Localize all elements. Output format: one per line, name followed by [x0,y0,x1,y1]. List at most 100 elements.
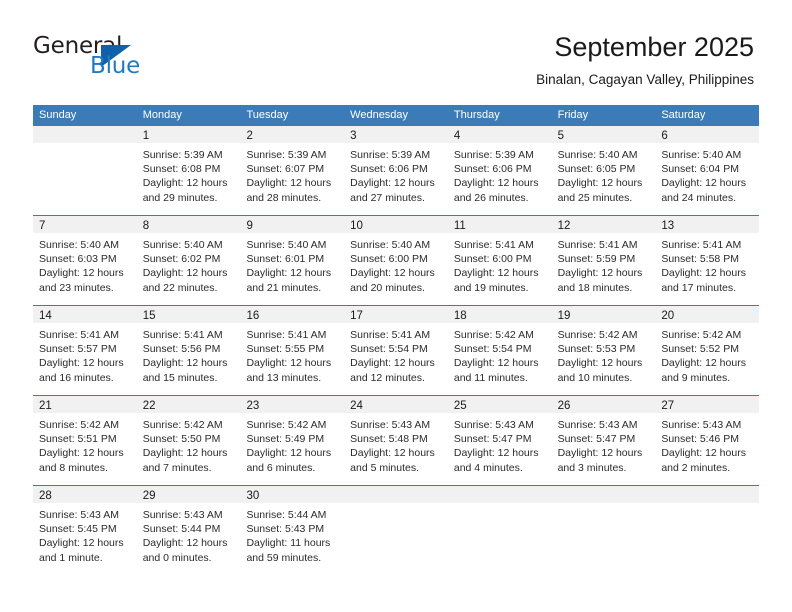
logo-text-blue: Blue [90,53,141,79]
day-details: Sunrise: 5:39 AM Sunset: 6:06 PM Daylight:… [344,143,448,205]
calendar-day-cell[interactable]: 13 Sunrise: 5:41 AM Sunset: 5:58 PM Dayligh… [655,216,760,305]
daylight-text-line1: Daylight: 12 hours [142,447,228,460]
calendar-day-cell[interactable]: 28 Sunrise: 5:43 AM Sunset: 5:45 PM Dayligh… [33,486,137,575]
day-number-band: 6 [655,126,760,143]
daylight-text-line1: Daylight: 12 hours [453,447,539,460]
daylight-text-line2: and 26 minutes. [453,191,529,204]
week-cells: 7 Sunrise: 5:40 AM Sunset: 6:03 PM Daylight… [33,216,760,305]
daylight-text-line1: Daylight: 12 hours [142,357,228,370]
calendar-day-cell[interactable]: 1 Sunrise: 5:39 AM Sunset: 6:08 PM Daylight… [136,126,241,215]
calendar-day-cell-empty [655,486,760,575]
daylight-text-line1: Daylight: 12 hours [557,357,643,370]
sunset-text: Sunset: 5:47 PM [557,433,636,446]
sunset-text: Sunset: 5:49 PM [246,433,325,446]
daylight-text-line1: Daylight: 12 hours [246,357,332,370]
daylight-text-line1: Daylight: 12 hours [350,447,435,460]
sunrise-text: Sunrise: 5:43 AM [453,419,534,431]
calendar-day-cell[interactable]: 21 Sunrise: 5:42 AM Sunset: 5:51 PM Dayligh… [33,396,137,485]
daylight-text-line2: and 10 minutes. [557,371,633,384]
day-details: Sunrise: 5:41 AM Sunset: 5:57 PM Daylight:… [33,323,137,385]
day-number-band: 4 [447,126,552,143]
day-details: Sunrise: 5:43 AM Sunset: 5:46 PM Daylight:… [655,413,759,475]
day-number-band: 19 [551,306,656,323]
daylight-text-line1: Daylight: 12 hours [453,267,539,280]
day-details: Sunrise: 5:39 AM Sunset: 6:07 PM Daylight:… [240,143,344,205]
sunrise-text: Sunrise: 5:43 AM [142,509,223,521]
day-details: Sunrise: 5:41 AM Sunset: 6:00 PM Daylight:… [448,233,552,295]
day-number-band [344,486,448,503]
calendar-day-cell[interactable]: 9 Sunrise: 5:40 AM Sunset: 6:01 PM Daylight… [240,216,345,305]
calendar-day-cell[interactable]: 7 Sunrise: 5:40 AM Sunset: 6:03 PM Daylight… [33,216,137,305]
calendar-day-cell[interactable]: 29 Sunrise: 5:43 AM Sunset: 5:44 PM Dayligh… [136,486,241,575]
sunset-text: Sunset: 6:06 PM [453,163,532,176]
day-number: 2 [246,130,253,142]
calendar-day-cell[interactable]: 17 Sunrise: 5:41 AM Sunset: 5:54 PM Dayligh… [344,306,448,395]
calendar-week-row: 1 Sunrise: 5:39 AM Sunset: 6:08 PM Daylight… [33,126,760,215]
day-details: Sunrise: 5:40 AM Sunset: 6:03 PM Daylight:… [33,233,137,295]
sunrise-text: Sunrise: 5:41 AM [453,239,534,251]
calendar-day-cell[interactable]: 19 Sunrise: 5:42 AM Sunset: 5:53 PM Dayligh… [551,306,656,395]
day-number: 5 [557,130,564,142]
page-title: September 2025 [554,32,754,62]
sunrise-text: Sunrise: 5:40 AM [350,239,431,251]
daylight-text-line2: and 8 minutes. [39,461,108,474]
calendar-day-cell[interactable]: 10 Sunrise: 5:40 AM Sunset: 6:00 PM Dayligh… [344,216,448,305]
daylight-text-line2: and 23 minutes. [39,281,114,294]
day-details: Sunrise: 5:39 AM Sunset: 6:08 PM Daylight:… [137,143,241,205]
calendar-day-cell[interactable]: 25 Sunrise: 5:43 AM Sunset: 5:47 PM Dayligh… [447,396,552,485]
weekday-header-friday: Friday [557,109,589,121]
day-number-band: 14 [33,306,137,323]
day-details: Sunrise: 5:42 AM Sunset: 5:52 PM Daylight:… [655,323,759,385]
daylight-text-line1: Daylight: 12 hours [142,537,228,550]
calendar-day-cell[interactable]: 12 Sunrise: 5:41 AM Sunset: 5:59 PM Dayligh… [551,216,656,305]
weekday-header-saturday: Saturday [661,109,706,121]
calendar-day-cell-empty [33,126,137,215]
calendar-grid: Sunday Monday Tuesday Wednesday Thursday… [33,105,760,575]
calendar-day-cell[interactable]: 4 Sunrise: 5:39 AM Sunset: 6:06 PM Daylight… [447,126,552,215]
calendar-day-cell[interactable]: 18 Sunrise: 5:42 AM Sunset: 5:54 PM Dayligh… [447,306,552,395]
calendar-day-cell[interactable]: 23 Sunrise: 5:42 AM Sunset: 5:49 PM Dayligh… [240,396,345,485]
sunrise-text: Sunrise: 5:41 AM [142,329,223,341]
sunset-text: Sunset: 5:46 PM [661,433,739,446]
daylight-text-line1: Daylight: 12 hours [350,357,435,370]
daylight-text-line1: Daylight: 11 hours [246,537,331,550]
day-number-band: 28 [33,486,137,503]
calendar-day-cell[interactable]: 15 Sunrise: 5:41 AM Sunset: 5:56 PM Dayligh… [136,306,241,395]
sunrise-text: Sunrise: 5:40 AM [142,239,223,251]
sunset-text: Sunset: 6:05 PM [557,163,636,176]
day-number-band: 2 [240,126,345,143]
calendar-day-cell[interactable]: 11 Sunrise: 5:41 AM Sunset: 6:00 PM Dayligh… [447,216,552,305]
page-header: General Blue September 2025 Binalan, Cag… [0,0,792,100]
calendar-day-cell[interactable]: 27 Sunrise: 5:43 AM Sunset: 5:46 PM Dayligh… [655,396,760,485]
weekday-header-monday: Monday [142,109,182,121]
calendar-day-cell[interactable]: 24 Sunrise: 5:43 AM Sunset: 5:48 PM Dayligh… [344,396,448,485]
daylight-text-line2: and 28 minutes. [246,191,322,204]
calendar-day-cell[interactable]: 6 Sunrise: 5:40 AM Sunset: 6:04 PM Daylight… [655,126,760,215]
day-number: 13 [661,220,675,232]
daylight-text-line2: and 1 minute. [39,551,103,564]
day-number: 29 [142,490,156,502]
sunset-text: Sunset: 6:00 PM [453,253,532,266]
calendar-day-cell[interactable]: 22 Sunrise: 5:42 AM Sunset: 5:50 PM Dayligh… [136,396,241,485]
calendar-day-cell[interactable]: 30 Sunrise: 5:44 AM Sunset: 5:43 PM Dayligh… [240,486,345,575]
day-number: 7 [39,220,46,232]
calendar-day-cell[interactable]: 2 Sunrise: 5:39 AM Sunset: 6:07 PM Daylight… [240,126,345,215]
calendar-day-cell[interactable]: 3 Sunrise: 5:39 AM Sunset: 6:06 PM Daylight… [344,126,448,215]
week-cells: 14 Sunrise: 5:41 AM Sunset: 5:57 PM Dayligh… [33,306,760,395]
sunset-text: Sunset: 5:47 PM [453,433,532,446]
calendar-day-cell[interactable]: 8 Sunrise: 5:40 AM Sunset: 6:02 PM Daylight… [136,216,241,305]
calendar-day-cell[interactable]: 26 Sunrise: 5:43 AM Sunset: 5:47 PM Dayligh… [551,396,656,485]
calendar-day-cell[interactable]: 14 Sunrise: 5:41 AM Sunset: 5:57 PM Dayligh… [33,306,137,395]
calendar-day-cell-empty [447,486,552,575]
calendar-day-cell[interactable]: 20 Sunrise: 5:42 AM Sunset: 5:52 PM Dayligh… [655,306,760,395]
general-blue-logo[interactable]: General Blue [33,33,213,81]
daylight-text-line2: and 59 minutes. [246,551,322,564]
calendar-day-cell[interactable]: 5 Sunrise: 5:40 AM Sunset: 6:05 PM Daylight… [551,126,656,215]
sunset-text: Sunset: 5:44 PM [142,523,221,536]
day-number-band: 8 [136,216,241,233]
daylight-text-line1: Daylight: 12 hours [557,177,643,190]
daylight-text-line1: Daylight: 12 hours [142,177,228,190]
sunset-text: Sunset: 6:08 PM [142,163,221,176]
daylight-text-line2: and 15 minutes. [142,371,218,384]
calendar-day-cell[interactable]: 16 Sunrise: 5:41 AM Sunset: 5:55 PM Dayligh… [240,306,345,395]
